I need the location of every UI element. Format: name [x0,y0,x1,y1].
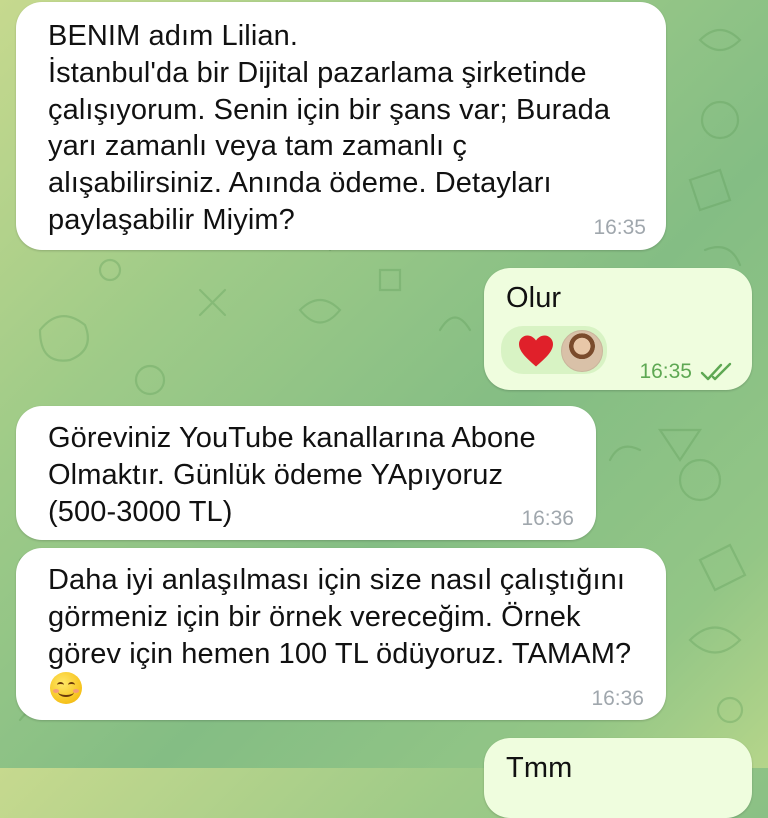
incoming-message-bubble[interactable]: Göreviniz YouTube kanallarına Abone Olma… [16,406,596,540]
reaction-pill[interactable] [501,326,607,374]
message-text: BENIM adım Lilian. İstanbul'da bir Dijit… [48,20,611,236]
reactor-avatar[interactable] [561,330,603,372]
message-time: 16:35 [639,360,692,383]
outgoing-message-bubble[interactable]: Olur 16:35 [484,268,752,390]
smiling-face-emoji-icon [50,672,82,705]
incoming-message-bubble[interactable]: Daha iyi anlaşılması için size nasıl çal… [16,548,666,720]
message-text: Daha iyi anlaşılması için size nasıl çal… [48,562,648,710]
message-time: 16:35 [593,216,646,239]
incoming-message-bubble[interactable]: BENIM adım Lilian. İstanbul'da bir Dijit… [16,2,666,250]
message-text-body: Daha iyi anlaşılması için size nasıl çal… [48,564,632,670]
message-text: Göreviniz YouTube kanallarına Abone Olma… [48,422,536,528]
heart-reaction-icon [519,335,553,367]
read-receipt-icon [700,362,732,381]
outgoing-message-bubble[interactable]: Tmm [484,738,752,818]
message-time: 16:36 [521,507,574,530]
message-time: 16:36 [591,687,644,710]
message-text: Olur [506,282,562,314]
message-text: Tmm [506,752,573,784]
